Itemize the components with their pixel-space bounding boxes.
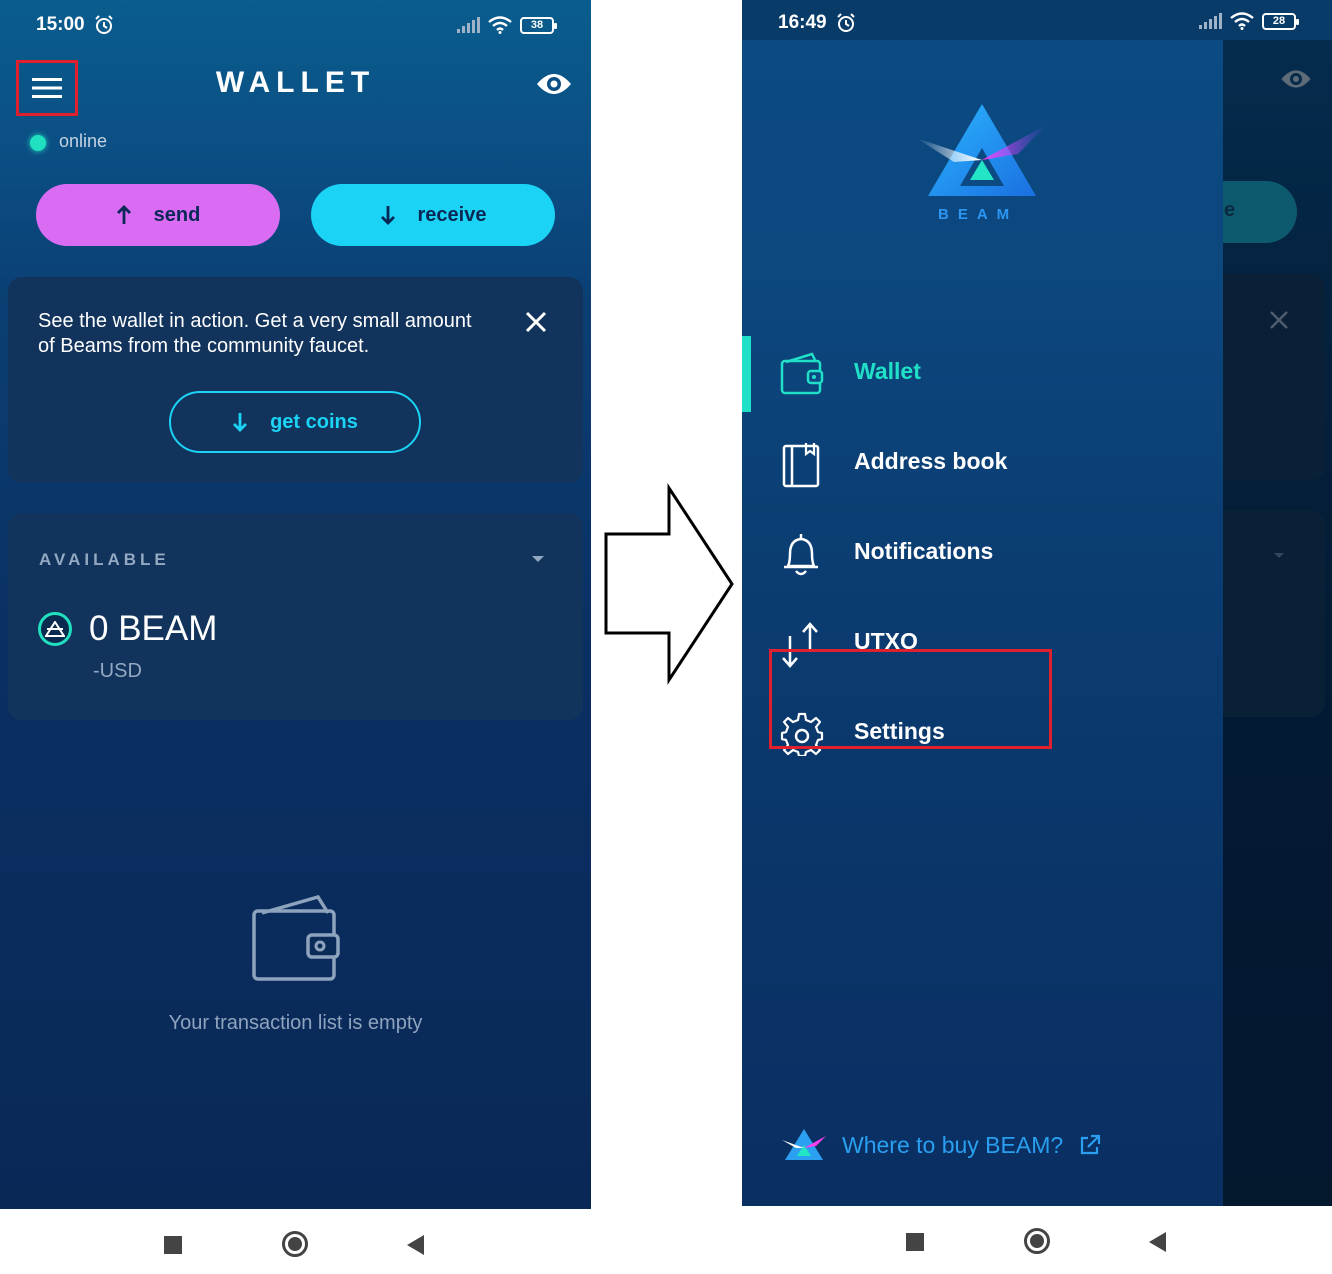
- drawer-item-label: Wallet: [854, 358, 921, 384]
- dimmed-receive-label: e: [1224, 199, 1236, 221]
- available-label: AVAILABLE: [39, 550, 170, 569]
- home-button[interactable]: [1024, 1228, 1050, 1254]
- wifi-icon: [488, 16, 512, 34]
- faucet-card: See the wallet in action. Get a very sma…: [8, 277, 583, 483]
- wallet-icon: [252, 895, 340, 981]
- battery-indicator: 28: [1262, 12, 1299, 30]
- close-icon: [1270, 311, 1288, 329]
- address-book-icon: [782, 443, 820, 488]
- beam-logo-text: BEAM: [938, 206, 1019, 223]
- android-nav-bar: [0, 1209, 591, 1274]
- send-button[interactable]: send: [36, 184, 280, 246]
- navigation-drawer: BEAM Wallet Address book Notifications U…: [742, 40, 1223, 1206]
- home-button[interactable]: [282, 1231, 308, 1257]
- phone-screen-drawer: 16:49 28 e BEAM Wallet Address book Noti…: [742, 0, 1332, 1274]
- faucet-message: See the wallet in action. Get a very sma…: [38, 310, 472, 357]
- chevron-down-icon[interactable]: [532, 556, 544, 562]
- beam-coin-icon: [38, 612, 72, 646]
- wallet-screen: 15:00 38 WALLET online send receive See …: [0, 0, 591, 1209]
- back-button[interactable]: [407, 1235, 424, 1255]
- external-link-icon: [1081, 1134, 1101, 1155]
- drawer-item-label: Notifications: [854, 538, 994, 564]
- alarm-icon: [837, 13, 855, 32]
- status-bar: 15:00 38: [0, 0, 591, 52]
- android-nav-bar: [742, 1206, 1332, 1274]
- get-coins-button[interactable]: get coins: [169, 391, 421, 453]
- eye-icon: [1281, 70, 1311, 88]
- drawer-item-label: Address book: [854, 448, 1008, 474]
- wallet-icon: [780, 352, 824, 395]
- drawer-item-wallet[interactable]: Wallet: [742, 334, 1223, 414]
- signal-icon: [1199, 13, 1222, 29]
- balance-usd: -USD: [93, 660, 142, 682]
- page-title: WALLET: [215, 66, 376, 99]
- chevron-down-icon: [1274, 553, 1284, 558]
- close-icon[interactable]: [524, 310, 548, 334]
- arrow-down-icon: [380, 206, 395, 225]
- wifi-icon: [1230, 12, 1254, 30]
- status-bar: 16:49 28: [742, 0, 1332, 40]
- recent-apps-button[interactable]: [906, 1233, 924, 1251]
- arrow-down-icon: [233, 413, 248, 432]
- arrow-up-icon: [116, 205, 131, 224]
- online-status-label: online: [59, 131, 108, 151]
- online-status-dot: [30, 135, 46, 151]
- beam-logo-icon: [916, 104, 1048, 196]
- beam-logo-icon: [782, 1129, 826, 1160]
- status-time: 15:00: [36, 14, 85, 35]
- phone-screen-wallet: 15:00 38 WALLET online send receive See …: [0, 0, 591, 1274]
- receive-label: receive: [417, 203, 487, 226]
- signal-icon: [457, 17, 480, 33]
- where-to-buy-link[interactable]: Where to buy BEAM?: [782, 1128, 1101, 1162]
- back-button[interactable]: [1149, 1232, 1166, 1252]
- alarm-icon: [95, 15, 113, 34]
- drawer-item-notifications[interactable]: Notifications: [742, 514, 1223, 594]
- where-to-buy-label: Where to buy BEAM?: [842, 1131, 1064, 1158]
- bell-icon: [784, 534, 818, 576]
- empty-transactions-text: Your transaction list is empty: [168, 1012, 423, 1034]
- drawer-screen: 16:49 28 e BEAM Wallet Address book Noti…: [742, 0, 1332, 1206]
- drawer-item-address-book[interactable]: Address book: [742, 424, 1223, 504]
- battery-indicator: 38: [520, 16, 557, 34]
- send-label: send: [153, 203, 201, 226]
- get-coins-label: get coins: [270, 410, 358, 433]
- eye-icon[interactable]: [536, 70, 572, 98]
- right-arrow-icon: [604, 482, 734, 686]
- settings-highlight-box: [769, 649, 1052, 749]
- status-time: 16:49: [778, 12, 827, 33]
- recent-apps-button[interactable]: [164, 1236, 182, 1254]
- available-balance-card: AVAILABLE 0 BEAM -USD: [8, 513, 583, 720]
- receive-button[interactable]: receive: [311, 184, 555, 246]
- balance-amount: 0 BEAM: [89, 609, 218, 648]
